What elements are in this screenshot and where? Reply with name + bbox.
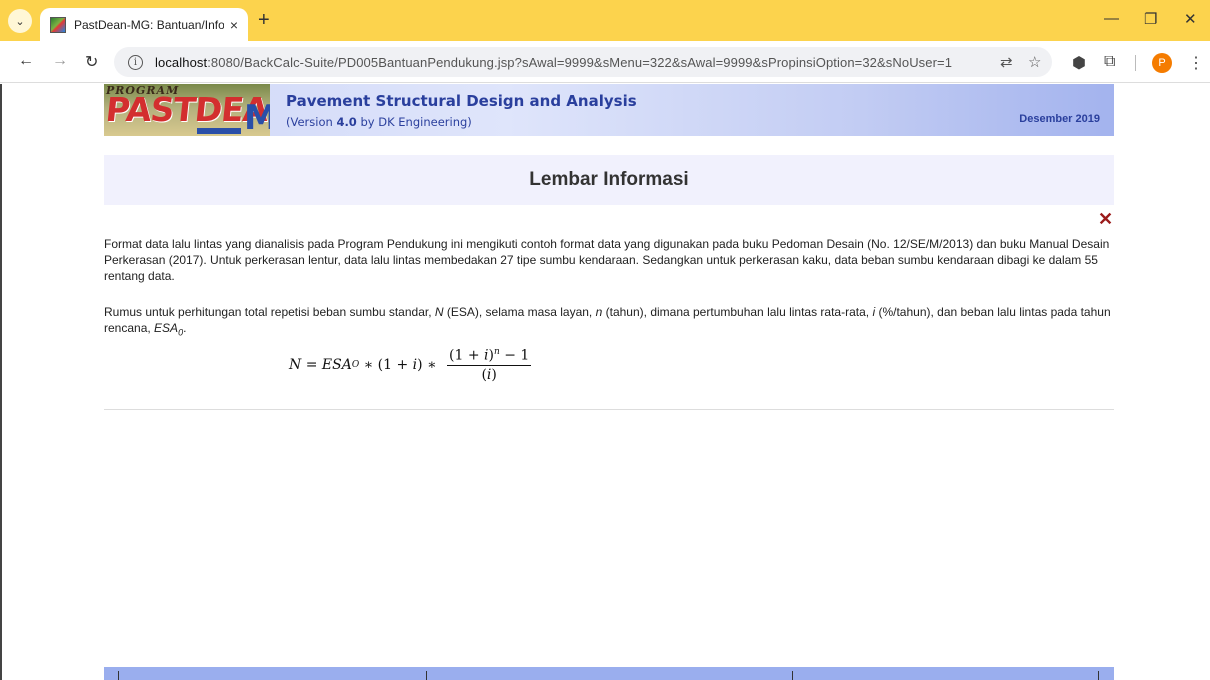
forward-arrow-icon[interactable]: →	[52, 52, 68, 70]
reload-icon[interactable]: ↻	[85, 52, 98, 72]
window-close-icon[interactable]: ✕	[1184, 10, 1197, 28]
tab-close-icon[interactable]: ×	[230, 17, 238, 33]
back-arrow-icon[interactable]: ←	[18, 52, 34, 70]
extensions-puzzle-icon[interactable]: ⧉	[1104, 53, 1115, 71]
banner-date: Desember 2019	[1019, 113, 1100, 125]
url-text: localhost:8080/BackCalc-Suite/PD005Bantu…	[155, 54, 953, 70]
app-version: (Version 4.0 by DK Engineering)	[286, 115, 472, 129]
footer-separator	[118, 671, 119, 680]
address-bar[interactable]: i localhost:8080/BackCalc-Suite/PD005Ban…	[114, 47, 1052, 77]
shield-extension-icon[interactable]: ⬢	[1072, 53, 1086, 73]
toolbar-divider	[1135, 55, 1136, 71]
more-menu-icon[interactable]: ⋮	[1188, 53, 1204, 73]
page-title: Lembar Informasi	[529, 169, 689, 190]
app-title: Pavement Structural Design and Analysis	[286, 92, 637, 110]
tab-title: PastDean-MG: Bantuan/Informa	[74, 17, 224, 32]
favicon-icon	[50, 16, 66, 33]
tab-search-chevron-icon[interactable]: ⌄	[8, 9, 32, 33]
info-paragraph-2: Rumus untuk perhitungan total repetisi b…	[104, 305, 1111, 338]
restore-icon[interactable]: ❐	[1144, 10, 1157, 28]
profile-avatar[interactable]: P	[1152, 53, 1172, 73]
window-left-border	[0, 84, 2, 680]
logo-underline	[197, 128, 241, 134]
esa-formula: N = ESA O ∗ (1 + i) ∗ (1 + i)n − 1 (i)	[289, 347, 532, 383]
content-divider	[104, 409, 1114, 410]
translate-icon[interactable]: ⇄	[1000, 53, 1013, 71]
bookmark-star-icon[interactable]: ☆	[1028, 53, 1041, 71]
footer-separator	[792, 671, 793, 680]
footer-separator	[426, 671, 427, 680]
app-banner: PROGRAM PASTDEAN M Pavement Structural D…	[104, 84, 1114, 136]
footer-bar	[104, 667, 1114, 680]
formula-fraction: (1 + i)n − 1 (i)	[447, 347, 532, 383]
minimize-icon[interactable]: —	[1104, 10, 1119, 27]
pastdean-logo: PROGRAM PASTDEAN M	[104, 84, 270, 136]
footer-separator	[1098, 671, 1099, 680]
site-info-icon[interactable]: i	[128, 54, 143, 70]
close-icon[interactable]: ✕	[1098, 209, 1113, 230]
browser-toolbar: ← → ↻ i localhost:8080/BackCalc-Suite/PD…	[0, 41, 1210, 83]
browser-tab[interactable]: PastDean-MG: Bantuan/Informa ×	[40, 8, 248, 41]
new-tab-button[interactable]: +	[258, 10, 270, 30]
info-header: Lembar Informasi	[104, 155, 1114, 205]
info-paragraph-1: Format data lalu lintas yang dianalisis …	[104, 237, 1110, 283]
logo-suffix-text: M	[244, 98, 270, 136]
browser-tab-bar: ⌄ PastDean-MG: Bantuan/Informa × + — ❐ ✕	[0, 0, 1210, 41]
